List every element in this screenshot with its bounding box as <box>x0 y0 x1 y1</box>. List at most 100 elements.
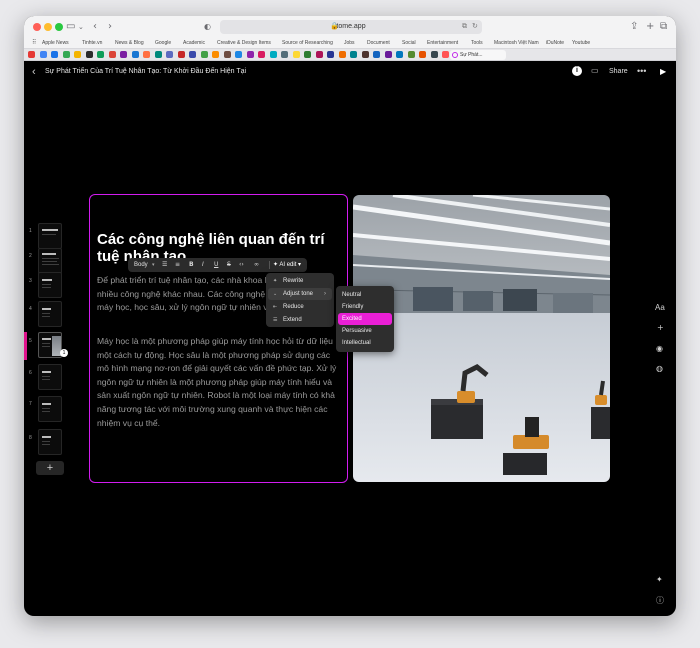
thumbnail-page-8[interactable] <box>38 429 62 455</box>
tab-favicon[interactable] <box>292 51 300 58</box>
code-icon[interactable]: ‹› <box>239 258 244 272</box>
bookmark-news-blog[interactable]: News & Blog <box>115 39 144 48</box>
thumbnail-page-2[interactable] <box>38 248 62 274</box>
tab-favicon[interactable] <box>131 51 139 58</box>
bookmark-idunote[interactable]: iDuNote <box>546 39 564 48</box>
thumbnail-page-5[interactable] <box>38 332 62 358</box>
help-icon[interactable]: ⓘ <box>656 596 664 606</box>
tone-neutral[interactable]: Neutral <box>338 289 392 301</box>
underline-button[interactable]: U <box>214 258 218 272</box>
add-icon[interactable]: + <box>657 323 664 333</box>
tab-favicon[interactable] <box>361 51 369 58</box>
text-style-dropdown[interactable]: Body <box>134 258 148 272</box>
tab-favicon[interactable] <box>74 51 81 58</box>
new-tab-icon[interactable]: + <box>646 20 654 34</box>
bullet-list-icon[interactable]: ☰ <box>162 258 167 272</box>
tab-favicon[interactable] <box>350 51 357 58</box>
thumbnail-page-4[interactable] <box>38 301 62 327</box>
target-icon[interactable]: ◉ <box>656 344 663 354</box>
menu-item-extend[interactable]: ☰ Extend <box>268 314 332 326</box>
bookmark-entertainment[interactable]: Entertainment <box>427 39 458 48</box>
text-card[interactable]: Các công nghệ liên quan đến trí tuệ nhân… <box>89 194 348 483</box>
tab-favicon[interactable] <box>200 51 208 58</box>
bookmark-jobs[interactable]: Jobs <box>344 39 355 48</box>
menu-item-reduce[interactable]: ⇤ Reduce <box>268 301 332 313</box>
bookmark-creative-design[interactable]: Creative & Design Items <box>217 39 271 48</box>
back-icon[interactable]: ‹ <box>93 20 97 34</box>
tab-favicon[interactable] <box>154 51 162 58</box>
link-icon[interactable]: ∞ <box>254 258 259 272</box>
tab-favicon[interactable] <box>407 51 415 58</box>
tab-favicon[interactable] <box>315 51 323 58</box>
thumbnail-page-7[interactable] <box>38 396 62 422</box>
tab-favicon[interactable] <box>442 51 449 58</box>
tab-favicon[interactable] <box>108 51 116 58</box>
tone-excited[interactable]: Excited <box>338 313 392 325</box>
tab-favicon[interactable] <box>189 51 196 58</box>
bold-button[interactable]: B <box>189 258 194 272</box>
tab-favicon[interactable] <box>384 51 392 58</box>
close-window-button[interactable] <box>33 23 41 31</box>
tab-favicon[interactable] <box>258 51 265 58</box>
tab-favicon[interactable] <box>62 51 70 58</box>
bookmark-tinhte[interactable]: Tinhte.vn <box>82 39 102 48</box>
ai-edit-button[interactable]: ✦ AI edit ▾ <box>273 258 301 272</box>
menu-item-rewrite[interactable]: ✦ Rewrite <box>268 275 332 287</box>
text-format-button[interactable]: Aa <box>655 303 665 313</box>
sparkle-icon[interactable]: ✦ <box>656 575 663 585</box>
bookmark-document[interactable]: Document <box>367 39 390 48</box>
palette-icon[interactable]: ◍ <box>656 364 663 374</box>
bookmark-tools[interactable]: Tools <box>471 39 483 48</box>
chevron-down-icon[interactable]: ⌄ <box>78 20 84 34</box>
menu-item-adjust-tone[interactable]: ⌄ Adjust tone › <box>268 288 332 300</box>
tab-favicon[interactable] <box>212 51 219 58</box>
back-arrow-icon[interactable]: ‹ <box>32 65 36 79</box>
tab-favicon[interactable] <box>51 51 58 58</box>
tab-favicon[interactable] <box>166 51 173 58</box>
tab-favicon[interactable] <box>396 51 403 58</box>
share-button[interactable]: Share <box>609 66 628 78</box>
tab-favicon[interactable] <box>327 51 334 58</box>
info-button[interactable]: i <box>572 66 582 76</box>
tab-favicon[interactable] <box>269 51 277 58</box>
bookmark-apple-news[interactable]: Apple News <box>42 39 69 48</box>
minimize-window-button[interactable] <box>44 23 52 31</box>
bookmark-academic[interactable]: Academic <box>183 39 205 48</box>
reload-icon[interactable]: ↻ <box>472 21 478 33</box>
shield-icon[interactable]: ◐ <box>204 20 211 34</box>
tab-favicon[interactable] <box>177 51 185 58</box>
tab-favicon[interactable] <box>28 51 35 58</box>
bookmark-youtube[interactable]: Youtube <box>572 39 590 48</box>
comment-icon[interactable]: ▭ <box>591 65 599 77</box>
tab-favicon[interactable] <box>419 51 426 58</box>
sidebar-toggle-icon[interactable]: ▭ <box>66 20 75 34</box>
forward-icon[interactable]: › <box>108 20 112 34</box>
zoom-window-button[interactable] <box>55 23 63 31</box>
share-icon[interactable]: ⇪ <box>630 20 638 34</box>
tab-favicon[interactable] <box>97 51 104 58</box>
tab-favicon[interactable] <box>143 51 150 58</box>
grid-icon[interactable]: ⠿ <box>32 40 36 47</box>
chevron-down-icon[interactable]: ▾ <box>152 258 155 272</box>
tab-favicon[interactable] <box>304 51 311 58</box>
tab-favicon[interactable] <box>39 51 47 58</box>
numbered-list-icon[interactable]: ≡ <box>175 258 180 272</box>
italic-button[interactable]: I <box>202 258 204 272</box>
play-presentation-icon[interactable]: ▶ <box>660 65 666 79</box>
bookmark-source-researching[interactable]: Source of Researching <box>282 39 333 48</box>
add-page-button[interactable]: + <box>36 461 64 475</box>
tone-intellectual[interactable]: Intellectual <box>338 337 392 349</box>
slide-paragraph-2[interactable]: Máy học là một phương pháp giúp máy tính… <box>97 335 337 430</box>
document-title[interactable]: Sự Phát Triển Của Trí Tuệ Nhân Tạo: Từ K… <box>45 66 246 78</box>
translate-icon[interactable]: ⧉ <box>462 21 467 33</box>
tab-active[interactable]: Sự Phát... <box>450 50 506 60</box>
strikethrough-button[interactable]: S <box>227 258 231 272</box>
thumbnail-page-3[interactable] <box>38 272 62 298</box>
tab-favicon[interactable] <box>223 51 231 58</box>
bookmark-macintosh-vn[interactable]: Macintosh Việt Nam <box>494 39 539 48</box>
thumbnail-page-6[interactable] <box>38 364 62 390</box>
tone-friendly[interactable]: Friendly <box>338 301 392 313</box>
tab-favicon[interactable] <box>338 51 346 58</box>
more-options-icon[interactable]: ••• <box>637 64 646 78</box>
tone-persuasive[interactable]: Persuasive <box>338 325 392 337</box>
